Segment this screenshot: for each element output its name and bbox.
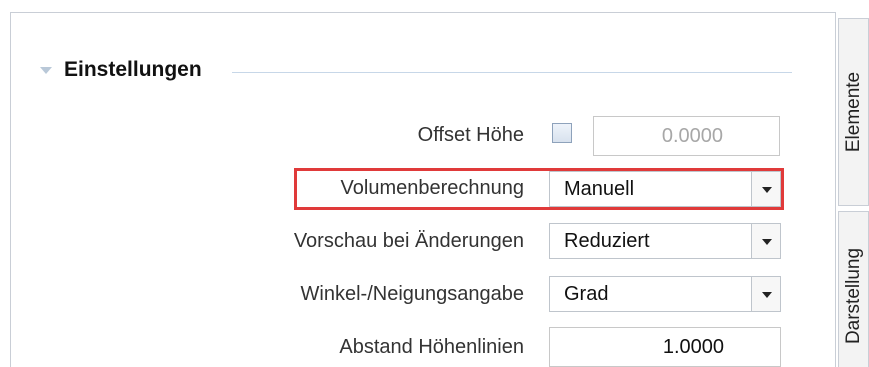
section-header-einstellungen[interactable]: Einstellungen	[40, 58, 202, 82]
highlight-box	[294, 168, 784, 210]
winkel-value: Grad	[564, 283, 609, 305]
dropdown-arrow-icon	[762, 292, 772, 298]
offset-hoehe-label: Offset Höhe	[417, 124, 524, 146]
tab-elemente-label: Elemente	[842, 71, 864, 153]
settings-window: Einstellungen Offset Höhe 0.0000 Volumen…	[0, 0, 869, 367]
tab-darstellung-label: Darstellung	[842, 247, 864, 345]
winkel-label: Winkel-/Neigungsangabe	[300, 283, 524, 305]
winkel-select[interactable]: Grad	[549, 276, 781, 312]
winkel-dropdown-button[interactable]	[751, 277, 780, 311]
offset-hoehe-checkbox[interactable]	[552, 123, 572, 143]
tab-darstellung[interactable]: Darstellung	[838, 211, 869, 367]
dropdown-arrow-icon	[762, 239, 772, 245]
chevron-down-icon[interactable]	[40, 66, 52, 74]
abstand-label: Abstand Höhenlinien	[339, 336, 524, 358]
vorschau-dropdown-button[interactable]	[751, 224, 780, 258]
vorschau-value: Reduziert	[564, 230, 650, 252]
section-divider	[232, 72, 792, 73]
abstand-input[interactable]: 1.0000	[549, 327, 781, 367]
offset-hoehe-input[interactable]: 0.0000	[593, 116, 780, 156]
vorschau-select[interactable]: Reduziert	[549, 223, 781, 259]
vorschau-label: Vorschau bei Änderungen	[293, 230, 524, 252]
section-title: Einstellungen	[64, 58, 202, 81]
tab-elemente[interactable]: Elemente	[838, 18, 869, 206]
